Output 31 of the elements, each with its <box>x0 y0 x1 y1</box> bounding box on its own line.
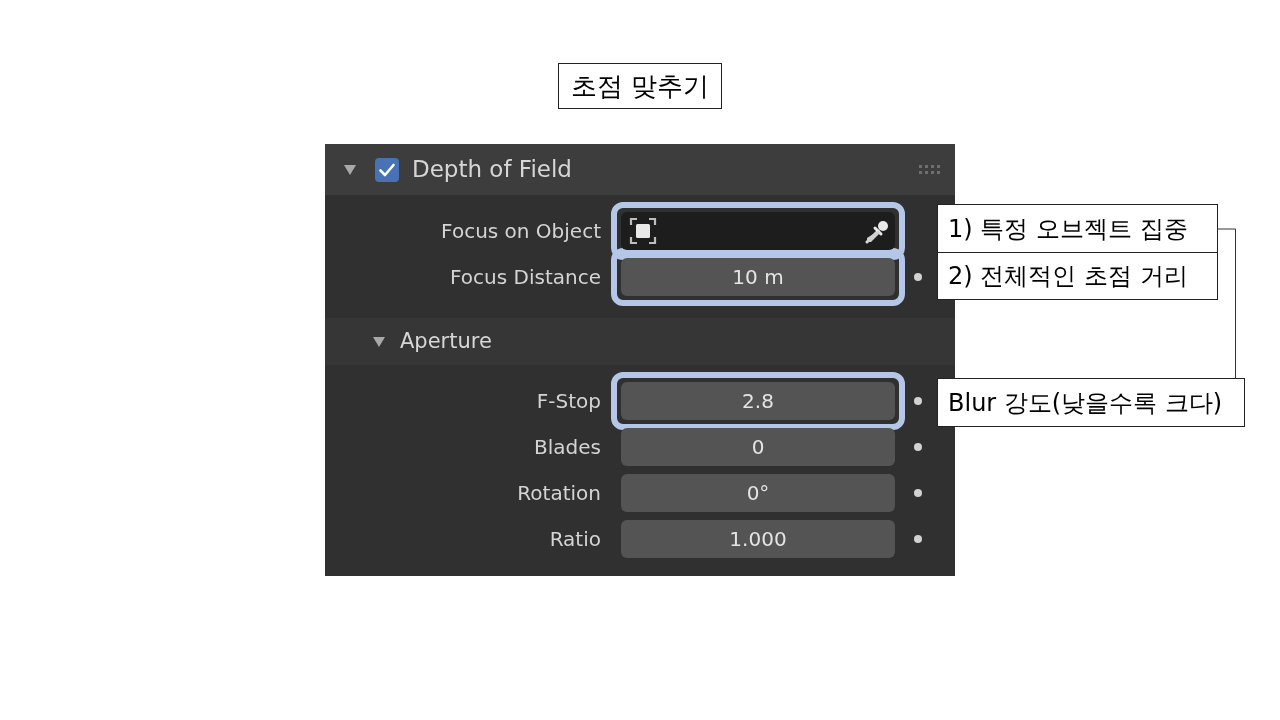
field-label: Rotation <box>516 480 601 507</box>
dot-icon[interactable] <box>913 489 922 497</box>
callout-text: 1) 특정 오브젝트 집중 <box>937 204 1218 253</box>
bracketed-square-icon <box>629 217 657 245</box>
slide-title: 초점 맞추기 <box>557 63 723 109</box>
grip-icon[interactable] <box>919 165 940 174</box>
callout-text: Blur 강도(낮을수록 크다) <box>937 378 1245 427</box>
subpanel-header[interactable]: Aperture <box>325 318 955 365</box>
field-label: Blades <box>533 434 601 461</box>
triangle-icon[interactable] <box>373 336 385 347</box>
number-field[interactable]: 0° <box>621 474 895 512</box>
triangle-icon[interactable] <box>344 164 356 175</box>
dot-icon[interactable] <box>913 273 922 281</box>
field-label: Ratio <box>548 526 601 553</box>
checkbox[interactable] <box>375 157 399 182</box>
panel-title: Depth of Field <box>412 155 572 185</box>
dot-icon[interactable] <box>913 535 922 543</box>
number-field[interactable]: 2.8 <box>621 382 895 420</box>
field-label: Focus Distance <box>449 264 601 291</box>
eyedropper-icon[interactable] <box>863 218 889 244</box>
field-label: Focus on Object <box>440 218 601 245</box>
dot-icon[interactable] <box>913 443 922 451</box>
object-field[interactable] <box>621 212 895 250</box>
number-field[interactable]: 1.000 <box>621 520 895 558</box>
number-field[interactable]: 0 <box>621 428 895 466</box>
subpanel-title: Aperture <box>400 327 492 355</box>
panel-header[interactable]: Depth of Field <box>325 144 955 195</box>
number-field[interactable]: 10 m <box>621 258 895 296</box>
dot-icon[interactable] <box>913 397 922 405</box>
callout-text: 2) 전체적인 초점 거리 <box>937 252 1218 300</box>
field-label: F-Stop <box>535 388 601 415</box>
